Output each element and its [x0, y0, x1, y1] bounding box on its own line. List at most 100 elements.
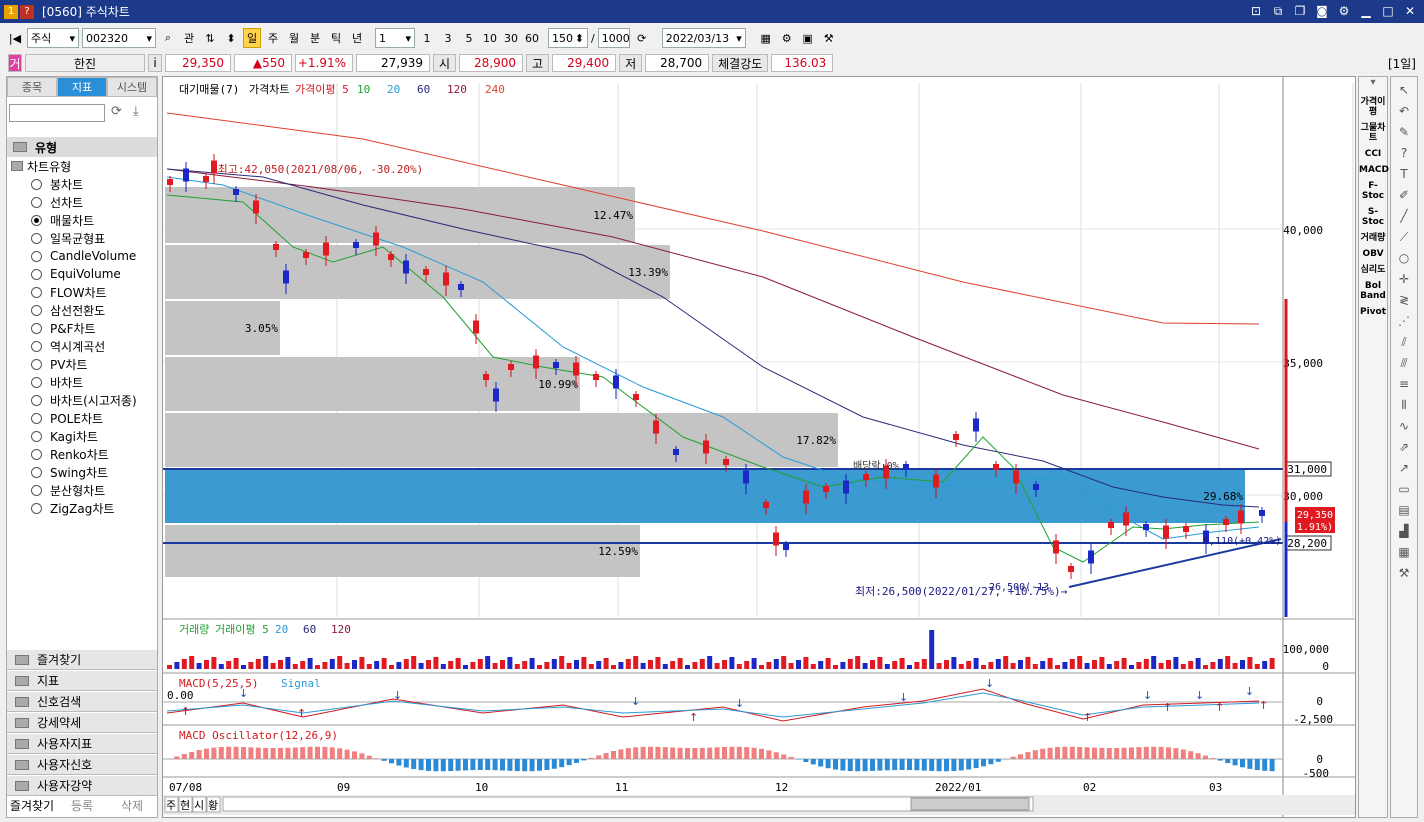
delete-draw-icon[interactable]: ✎ [1395, 124, 1413, 140]
radio-icon[interactable] [31, 358, 42, 370]
maximize-button[interactable]: □ [1380, 3, 1396, 19]
radio-icon[interactable] [31, 268, 42, 280]
screen-icon[interactable]: ▭ [1395, 481, 1413, 497]
chart-type-option[interactable]: 바차트 [7, 373, 157, 391]
chart-type-node[interactable]: 차트유형 [7, 157, 157, 175]
indicator-shortcut[interactable]: Pivot [1359, 307, 1387, 317]
radio-icon[interactable] [31, 232, 42, 244]
radio-icon[interactable] [31, 484, 42, 496]
indicator-shortcut[interactable]: 거래량 [1359, 233, 1387, 243]
chart-type-option[interactable]: Swing차트 [7, 463, 157, 481]
gann-icon[interactable]: ⋰ [1395, 313, 1413, 329]
chart-type-option[interactable]: 분산형차트 [7, 481, 157, 499]
indicator-shortcut[interactable]: F-Stoc [1359, 181, 1387, 201]
quick-10[interactable]: 10 [481, 28, 499, 48]
search-icon[interactable]: ⌕ [159, 28, 177, 48]
pointer-icon[interactable]: ↖ [1395, 82, 1413, 98]
circle-icon[interactable]: ○ [1395, 250, 1413, 266]
arrow-icon[interactable]: ⇗ [1395, 439, 1413, 455]
fibo-icon[interactable]: ≡ [1395, 376, 1413, 392]
chart-type-option[interactable]: 역시계곡선 [7, 337, 157, 355]
radio-icon[interactable] [31, 376, 42, 388]
link-icon[interactable]: ⧉ [1270, 3, 1286, 19]
close-button[interactable]: ✕ [1402, 3, 1418, 19]
ray-icon[interactable]: ⟋ [1395, 229, 1413, 245]
radio-icon[interactable] [31, 340, 42, 352]
radio-icon[interactable] [31, 430, 42, 442]
save-icon[interactable]: ▣ [799, 28, 817, 48]
chart-area[interactable]: 12.47% 13.39% 3.05% 10.99% 17.82% 29.68% 12.59… [162, 76, 1356, 818]
info-button[interactable]: i [148, 54, 162, 72]
chart-type-option[interactable]: 봉차트 [7, 175, 157, 193]
chart-type-option[interactable]: EquiVolume [7, 265, 157, 283]
radio-icon[interactable] [31, 178, 42, 190]
indicator-shortcut[interactable]: 그물차트 [1359, 123, 1387, 143]
download-icon[interactable]: ⤓ [133, 104, 139, 119]
radio-icon[interactable] [31, 466, 42, 478]
collapse-icon[interactable]: ▾ [1359, 77, 1387, 91]
chart-type-option[interactable]: 매물차트 [7, 211, 157, 229]
indicator-shortcut[interactable]: S-Stoc [1359, 207, 1387, 227]
tab-system[interactable]: 시스템 [107, 77, 157, 97]
chart-type-option[interactable]: CandleVolume [7, 247, 157, 265]
total-input[interactable]: 1000 [597, 28, 630, 48]
indicator-shortcut[interactable]: 가격이평 [1359, 97, 1387, 117]
radio-icon[interactable] [31, 214, 42, 226]
zigzag-icon[interactable]: ≷ [1395, 292, 1413, 308]
quick-60[interactable]: 60 [523, 28, 541, 48]
radio-icon[interactable] [31, 322, 42, 334]
chart-type-option[interactable]: FLOW차트 [7, 283, 157, 301]
text-icon[interactable]: T [1395, 166, 1413, 182]
group-section[interactable]: 즐겨찾기 [7, 649, 157, 670]
period-week[interactable]: 주 [264, 28, 282, 48]
date-select[interactable]: 2022/03/13 ▾ [661, 28, 746, 48]
favorites-button[interactable]: 즐겨찾기 [7, 796, 57, 816]
radio-icon[interactable] [31, 448, 42, 460]
pen-icon[interactable]: ✐ [1395, 187, 1413, 203]
chart-svg[interactable]: 12.47% 13.39% 3.05% 10.99% 17.82% 29.68% 12.59… [163, 77, 1355, 817]
count-input[interactable]: 150 ⬍ [548, 28, 588, 48]
radio-icon[interactable] [31, 286, 42, 298]
indicator-shortcut[interactable]: MACD [1359, 165, 1389, 175]
table-icon[interactable]: ▦ [1395, 544, 1413, 560]
period-tick[interactable]: 틱 [327, 28, 345, 48]
gear-icon[interactable]: ⚙ [1336, 3, 1352, 19]
undo-icon[interactable]: ↶ [1395, 103, 1413, 119]
radio-icon[interactable] [31, 250, 42, 262]
pin-icon[interactable]: ⊡ [1248, 3, 1264, 19]
tab-stock[interactable]: 종목 [7, 77, 57, 97]
graph-icon[interactable]: ▟ [1395, 523, 1413, 539]
indicator-shortcut[interactable]: 심리도 [1359, 265, 1387, 275]
tab-indicator[interactable]: 지표 [57, 77, 107, 97]
search-input[interactable] [9, 104, 105, 122]
group-section[interactable]: 지표 [7, 670, 157, 691]
sort-icon[interactable]: ⇅ [201, 28, 219, 48]
indicator-shortcut[interactable]: Bol Band [1359, 281, 1387, 301]
radio-icon[interactable] [31, 196, 42, 208]
radio-icon[interactable] [31, 304, 42, 316]
chart-type-option[interactable]: P&F차트 [7, 319, 157, 337]
radio-icon[interactable] [31, 502, 42, 514]
period-year[interactable]: 년 [348, 28, 366, 48]
chart-type-option[interactable]: Renko차트 [7, 445, 157, 463]
quick-3[interactable]: 3 [439, 28, 457, 48]
chart-type-option[interactable]: 일목균형표 [7, 229, 157, 247]
group-section[interactable]: 사용자강약 [7, 775, 157, 796]
tools-icon[interactable]: ⚒ [820, 28, 838, 48]
settings-icon[interactable]: ⚙ [778, 28, 796, 48]
kwan-button[interactable]: 관 [180, 28, 198, 48]
cross-icon[interactable]: ✛ [1395, 271, 1413, 287]
period-month[interactable]: 월 [285, 28, 303, 48]
market-select[interactable]: 주식 ▾ [27, 28, 79, 48]
doc-icon[interactable]: ▤ [1395, 502, 1413, 518]
chart-type-option[interactable]: 삼선전환도 [7, 301, 157, 319]
quick-30[interactable]: 30 [502, 28, 520, 48]
help-badge[interactable]: ? [20, 4, 34, 19]
quick-1[interactable]: 1 [418, 28, 436, 48]
channel-icon[interactable]: ⫻ [1395, 355, 1413, 371]
delete-button[interactable]: 삭제 [107, 796, 157, 816]
group-section[interactable]: 강세약세 [7, 712, 157, 733]
period-day[interactable]: 일 [243, 28, 261, 48]
quick-5[interactable]: 5 [460, 28, 478, 48]
chart-type-option[interactable]: 선차트 [7, 193, 157, 211]
